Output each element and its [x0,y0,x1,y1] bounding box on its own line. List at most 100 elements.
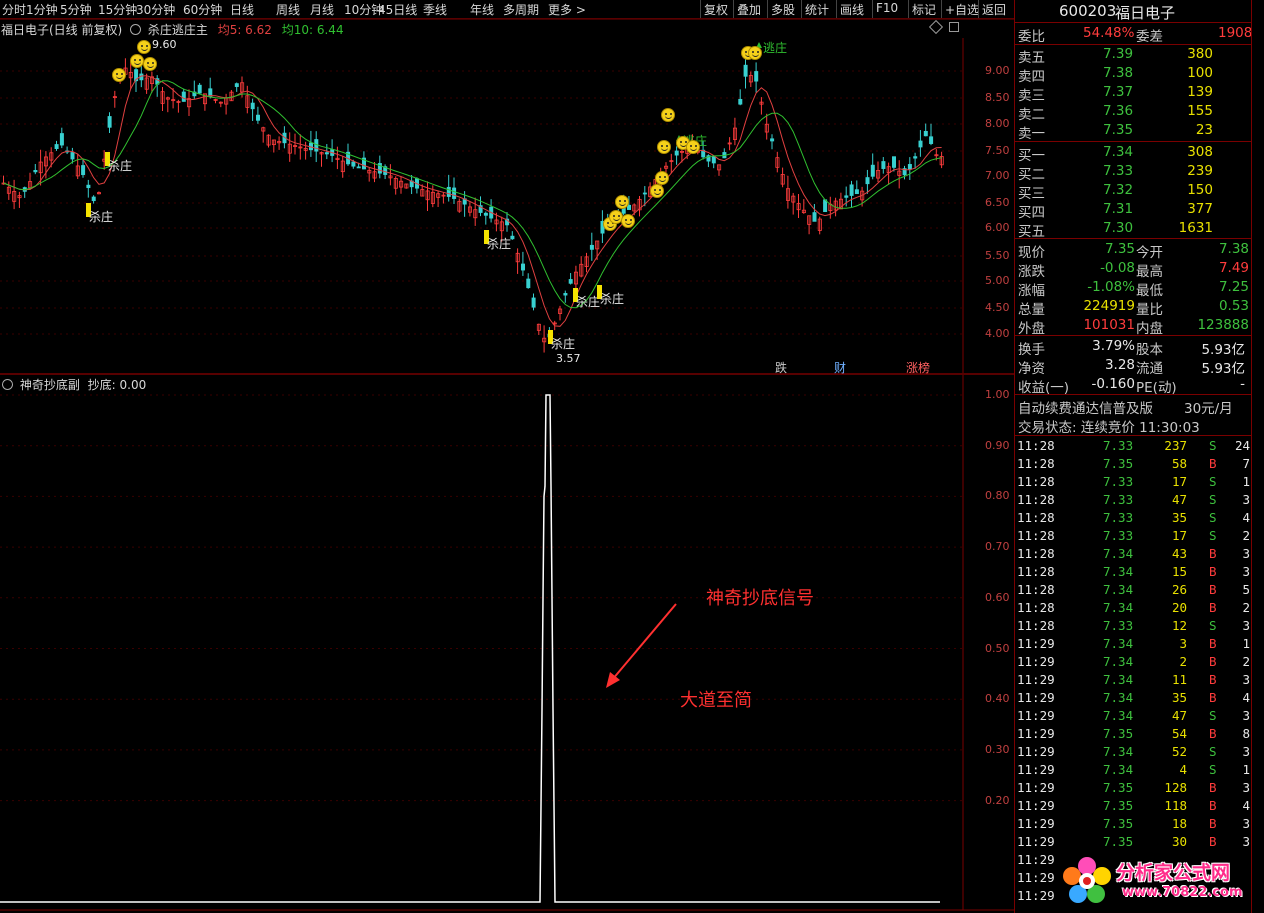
stat2-value: 5.93亿 [1201,342,1245,358]
bid-level-row[interactable]: 买四 7.31 377 [1015,200,1251,221]
stat2-label: PE(动) [1136,380,1177,396]
weibi-value: 54.48% [1083,25,1135,41]
tick-count: 2 [1242,654,1250,669]
tick-volume: 52 [1171,744,1187,759]
candle-body [812,212,817,222]
tick-direction: B [1209,636,1217,651]
tick-price: 7.34 [1103,654,1134,669]
promo-text[interactable]: 自动续费通达信普及版 [1018,397,1153,417]
candle-body [929,136,934,144]
stat-row: 涨幅 -1.08% 最低 7.25 [1015,278,1251,299]
tick-time: 11:29 [1017,672,1055,687]
candle-body [844,195,849,198]
candle-body [452,187,457,199]
bid-level-label: 买二 [1018,167,1045,183]
candle-body [91,196,96,202]
sub-indicator-chart[interactable] [0,375,963,910]
ma5-line [3,75,942,327]
ask-level-row[interactable]: 卖三 7.37 139 [1015,83,1251,104]
tick-row[interactable]: 11:28 7.34 43 B 3 [1015,545,1251,563]
bid-volume: 239 [1187,163,1213,179]
tick-direction: S [1209,510,1217,525]
price-tick: 6.50 [985,196,1010,209]
tick-time: 11:29 [1017,798,1055,813]
tick-row[interactable]: 11:29 7.34 2 B 2 [1015,653,1251,671]
tick-direction: S [1209,744,1217,759]
tick-row[interactable]: 11:29 7.34 4 S 1 [1015,761,1251,779]
candle-body [892,156,897,168]
tick-row[interactable]: 11:29 7.35 128 B 3 [1015,779,1251,797]
stat-value: 7.35 [1104,241,1135,257]
tick-row[interactable]: 11:28 7.33 17 S 2 [1015,527,1251,545]
tick-row[interactable]: 11:28 7.34 20 B 2 [1015,599,1251,617]
tick-time: 11:28 [1017,582,1055,597]
ask-level-row[interactable]: 卖四 7.38 100 [1015,64,1251,85]
tick-row[interactable]: 11:28 7.33 17 S 1 [1015,473,1251,491]
tick-row[interactable]: 11:29 7.35 118 B 4 [1015,797,1251,815]
tick-volume: 12 [1171,618,1187,633]
tab-gainers[interactable]: 涨榜 [906,359,930,376]
candle-body [627,204,632,210]
ask-level-row[interactable]: 卖五 7.39 380 [1015,45,1251,66]
bid-level-row[interactable]: 买三 7.32 150 [1015,181,1251,202]
tab-drop[interactable]: 跌 [775,359,787,376]
bid-level-row[interactable]: 买一 7.34 308 [1015,143,1251,164]
price-tick: 7.00 [985,169,1010,182]
kill-signal-label: 杀庄 [551,337,576,351]
tick-row[interactable]: 11:29 7.35 18 B 3 [1015,815,1251,833]
tick-price: 7.35 [1103,726,1134,741]
stat2-row: 收益(一) -0.160 PE(动) - [1015,375,1251,396]
ask-level-row[interactable]: 卖二 7.36 155 [1015,102,1251,123]
bid-level-row[interactable]: 买二 7.33 239 [1015,162,1251,183]
tick-count: 5 [1242,582,1250,597]
candlestick-chart[interactable] [0,38,963,373]
tick-price: 7.34 [1103,744,1134,759]
tick-row[interactable]: 11:29 7.35 30 B 3 [1015,833,1251,851]
bid-level-row[interactable]: 买五 7.30 1631 [1015,219,1251,240]
side-scroll-strip[interactable] [1252,0,1264,913]
tick-volume: 237 [1164,438,1187,453]
tick-price: 7.34 [1103,636,1134,651]
ask-volume: 380 [1187,46,1213,62]
tick-row[interactable]: 11:28 7.33 47 S 3 [1015,491,1251,509]
tick-price: 7.35 [1103,798,1134,813]
promo-banner[interactable]: 自动续费通达信普及版 30元/月 [1015,396,1251,417]
tick-row[interactable]: 11:29 7.35 54 B 8 [1015,725,1251,743]
stock-header: 600203 福日电子 [1015,0,1251,22]
tick-volume: 47 [1171,492,1187,507]
tick-time: 11:28 [1017,456,1055,471]
tick-row[interactable]: 11:29 7.34 35 B 4 [1015,689,1251,707]
candle-body [907,164,912,170]
tick-row[interactable]: 11:28 7.33 12 S 3 [1015,617,1251,635]
tick-row[interactable]: 11:28 7.34 26 B 5 [1015,581,1251,599]
kill-signal-label: 杀庄 [600,292,625,306]
stat-row: 总量 224919 量比 0.53 [1015,297,1251,318]
stat-label: 涨跌 [1018,264,1045,280]
ask-volume: 155 [1187,103,1213,119]
stock-name: 福日电子 [1115,4,1176,22]
promo-price[interactable]: 30元/月 [1184,397,1233,417]
sub-tick: 0.90 [985,438,1010,452]
tick-row[interactable]: 11:28 7.35 58 B 7 [1015,455,1251,473]
tick-volume: 54 [1171,726,1187,741]
tick-row[interactable]: 11:29 7.34 47 S 3 [1015,707,1251,725]
tick-row[interactable]: 11:28 7.33 35 S 4 [1015,509,1251,527]
tick-row[interactable]: 11:29 7.34 11 B 3 [1015,671,1251,689]
tick-row[interactable]: 11:28 7.34 15 B 3 [1015,563,1251,581]
ask-level-row[interactable]: 卖一 7.35 23 [1015,121,1251,142]
price-tick: 4.50 [985,301,1010,314]
tick-volume: 3 [1179,636,1187,651]
tick-count: 2 [1242,600,1250,615]
stat-row: 外盘 101031 内盘 123888 [1015,316,1251,337]
tick-price: 7.34 [1103,690,1134,705]
tick-count: 8 [1242,726,1250,741]
tick-row[interactable]: 11:29 7.34 3 B 1 [1015,635,1251,653]
candle-body [563,293,568,296]
tick-row[interactable]: 11:28 7.33 237 S 24 [1015,437,1251,455]
tick-count: 3 [1242,744,1250,759]
tab-finance[interactable]: 财 [834,359,846,376]
candle-body [510,235,515,240]
smile-signal-icon [621,214,635,228]
tick-row[interactable]: 11:29 7.34 52 S 3 [1015,743,1251,761]
tick-price: 7.34 [1103,546,1134,561]
